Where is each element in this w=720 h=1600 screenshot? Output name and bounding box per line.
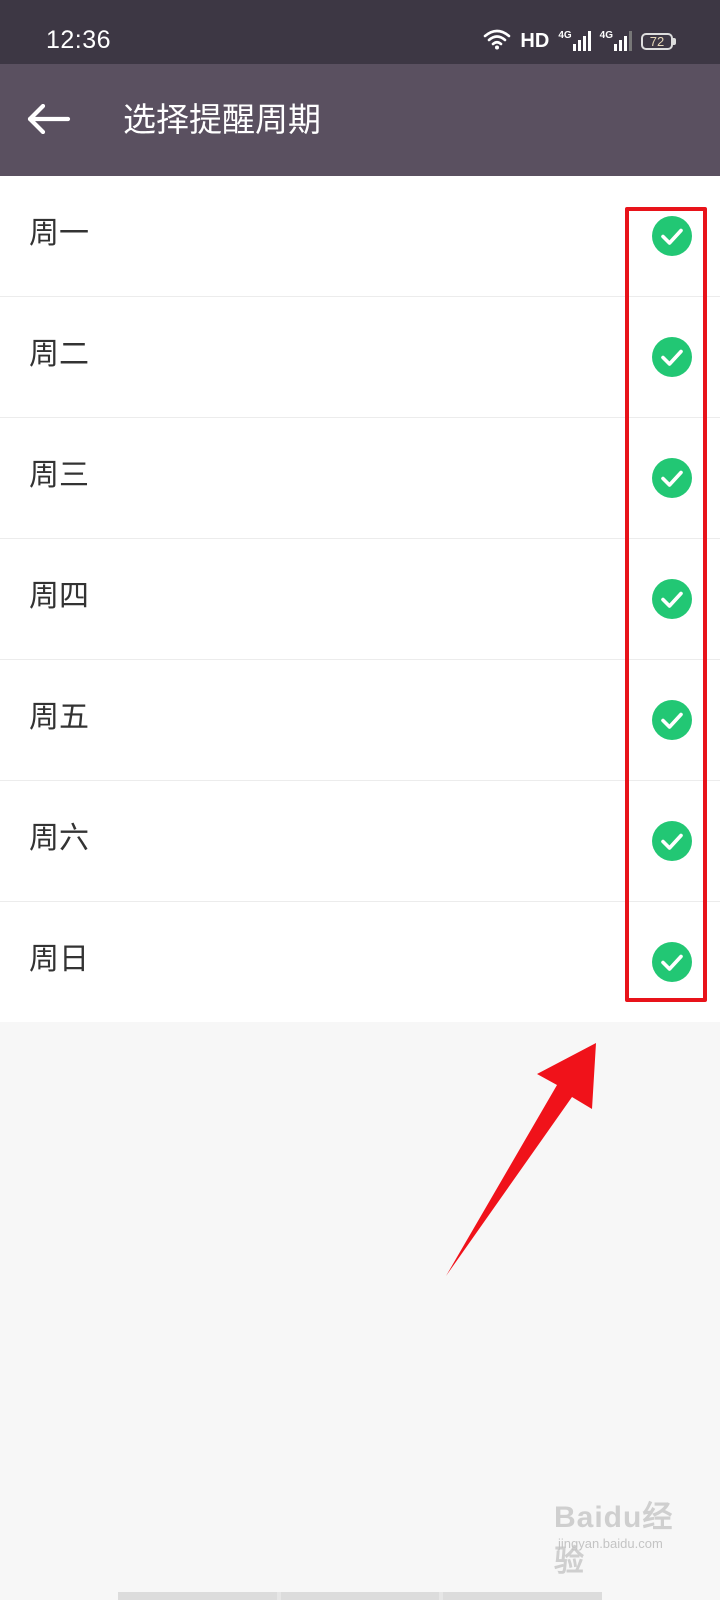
watermark-domain: jingyan.baidu.com [558, 1536, 663, 1551]
day-item-monday[interactable]: 周一 [0, 176, 720, 297]
network-type-label: 4G [558, 30, 572, 41]
hd-badge: HD [520, 29, 550, 52]
check-circle-icon[interactable] [652, 337, 692, 377]
day-item-thursday[interactable]: 周四 [0, 539, 720, 660]
day-list: 周一 周二 周三 周四 周五 周六 周日 [0, 176, 720, 1022]
arrow-left-icon [27, 104, 71, 134]
day-item-tuesday[interactable]: 周二 [0, 297, 720, 418]
battery-level: 72 [641, 32, 673, 50]
network-type-label-2: 4G [599, 30, 613, 41]
app-bar: 选择提醒周期 [0, 64, 720, 176]
check-circle-icon[interactable] [652, 216, 692, 256]
wifi-icon [483, 28, 511, 54]
check-circle-icon[interactable] [652, 700, 692, 740]
check-circle-icon[interactable] [652, 579, 692, 619]
gesture-bar-segment [280, 1592, 440, 1600]
day-label: 周五 [29, 700, 89, 735]
signal-icon-2: 4G [600, 31, 632, 51]
day-label: 周四 [29, 579, 89, 614]
status-icons: HD 4G 4G 72 [483, 28, 676, 54]
watermark: Baidu经验 jingyan.baidu.com [548, 1484, 698, 1578]
day-item-sunday[interactable]: 周日 [0, 902, 720, 1022]
battery-icon: 72 [641, 32, 676, 50]
gesture-bar-segment [443, 1592, 603, 1600]
day-item-friday[interactable]: 周五 [0, 660, 720, 781]
battery-tip [673, 37, 676, 45]
check-circle-icon[interactable] [652, 458, 692, 498]
day-item-saturday[interactable]: 周六 [0, 781, 720, 902]
day-label: 周三 [29, 458, 89, 493]
signal-icon: 4G [558, 30, 591, 51]
day-label: 周二 [29, 337, 89, 372]
check-circle-icon[interactable] [652, 821, 692, 861]
day-item-wednesday[interactable]: 周三 [0, 418, 720, 539]
status-bar: 12:36 HD 4G 4G 72 [0, 0, 720, 64]
back-button[interactable] [26, 96, 72, 142]
gesture-bar-segment [118, 1592, 277, 1600]
day-label: 周六 [29, 821, 89, 856]
gesture-bar [118, 1592, 603, 1600]
check-circle-icon[interactable] [652, 942, 692, 982]
day-label: 周一 [29, 216, 89, 251]
status-time: 12:36 [46, 26, 112, 54]
day-label: 周日 [29, 942, 89, 977]
page-title: 选择提醒周期 [123, 100, 321, 139]
